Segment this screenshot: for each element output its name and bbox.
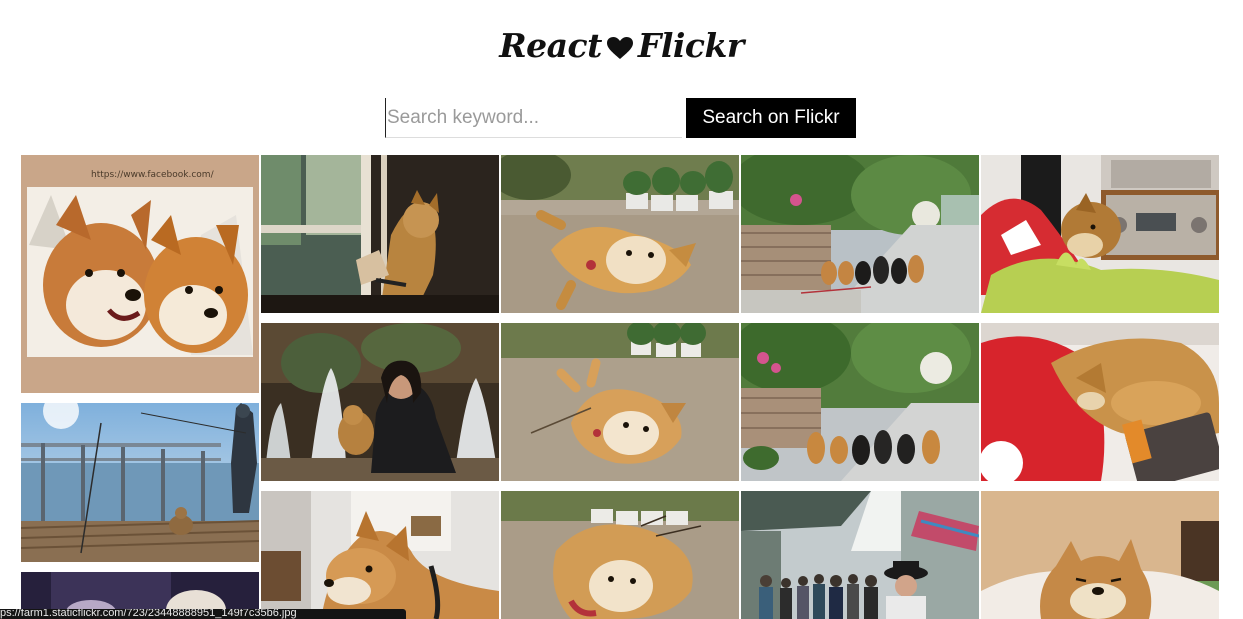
photo-akita-painting[interactable]: https://www.facebook.com/ [21,155,259,393]
heart-icon [606,29,634,68]
photo-shiba-group-2[interactable] [741,323,979,481]
photo-shiba-red-cushion[interactable] [981,323,1219,481]
painting-url-text: https://www.facebook.com/ [91,170,215,180]
photo-crowd-umbrella[interactable] [741,491,979,619]
photo-shiba-lying[interactable] [501,155,739,313]
status-bar-url: ps://farm1.staticflickr.com/723/23448888… [0,609,406,619]
photo-shiba-in-bed[interactable] [981,491,1219,619]
photo-shiba-rolling-2[interactable] [501,491,739,619]
photo-fishing-pier[interactable] [21,403,259,562]
page: React Flickr Search on Flickr https://www… [0,0,1243,619]
title-flickr: Flickr [637,26,744,65]
photo-woman-shiba-fountain[interactable] [261,323,499,481]
app-title: React Flickr [0,26,1243,68]
photo-shiba-rolling[interactable] [501,323,739,481]
search-bar: Search on Flickr [385,98,856,138]
photo-shiba-window[interactable] [261,155,499,313]
search-button[interactable]: Search on Flickr [686,98,856,138]
search-input[interactable] [385,98,682,138]
photo-shiba-group[interactable] [741,155,979,313]
status-bar-text: ps://farm1.staticflickr.com/723/23448888… [0,609,297,619]
title-react: React [499,26,602,65]
photo-shiba-red-blanket[interactable] [981,155,1219,313]
photo-shiba-portrait[interactable] [261,491,499,619]
